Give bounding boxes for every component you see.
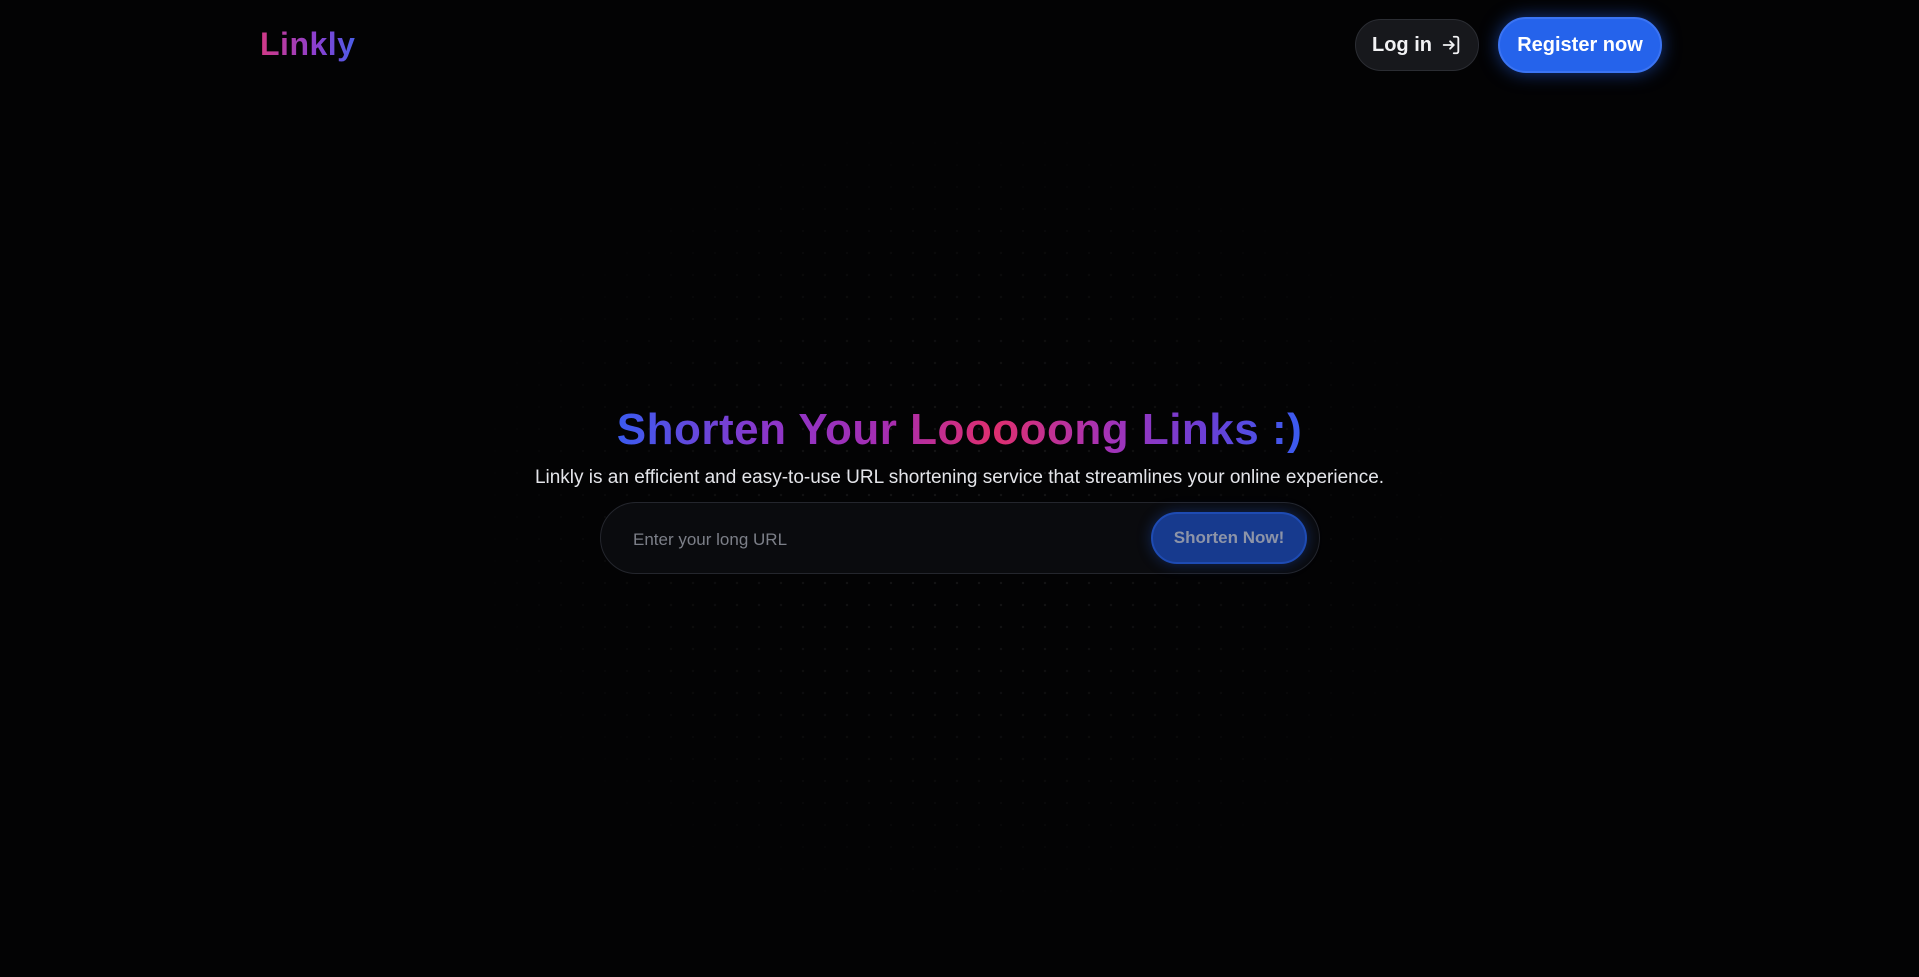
long-url-input[interactable] xyxy=(631,521,1135,559)
login-label: Log in xyxy=(1372,33,1432,56)
top-header: Linkly Log in Register now xyxy=(0,0,1919,92)
hero-title: Shorten Your Looooong Links :) xyxy=(0,400,1919,460)
hero-subtitle: Linkly is an efficient and easy-to-use U… xyxy=(534,467,1385,488)
logo[interactable]: Linkly xyxy=(260,26,355,63)
page: Linkly Log in Register now Shorten Your … xyxy=(0,0,1919,977)
login-button[interactable]: Log in xyxy=(1355,19,1479,71)
shorten-url-form: Shorten Now! xyxy=(600,502,1320,574)
register-button[interactable]: Register now xyxy=(1498,17,1662,73)
login-arrow-icon xyxy=(1440,34,1462,56)
shorten-now-button[interactable]: Shorten Now! xyxy=(1151,512,1307,564)
hero-title-text: Shorten Your Looooong Links :) xyxy=(616,405,1303,454)
